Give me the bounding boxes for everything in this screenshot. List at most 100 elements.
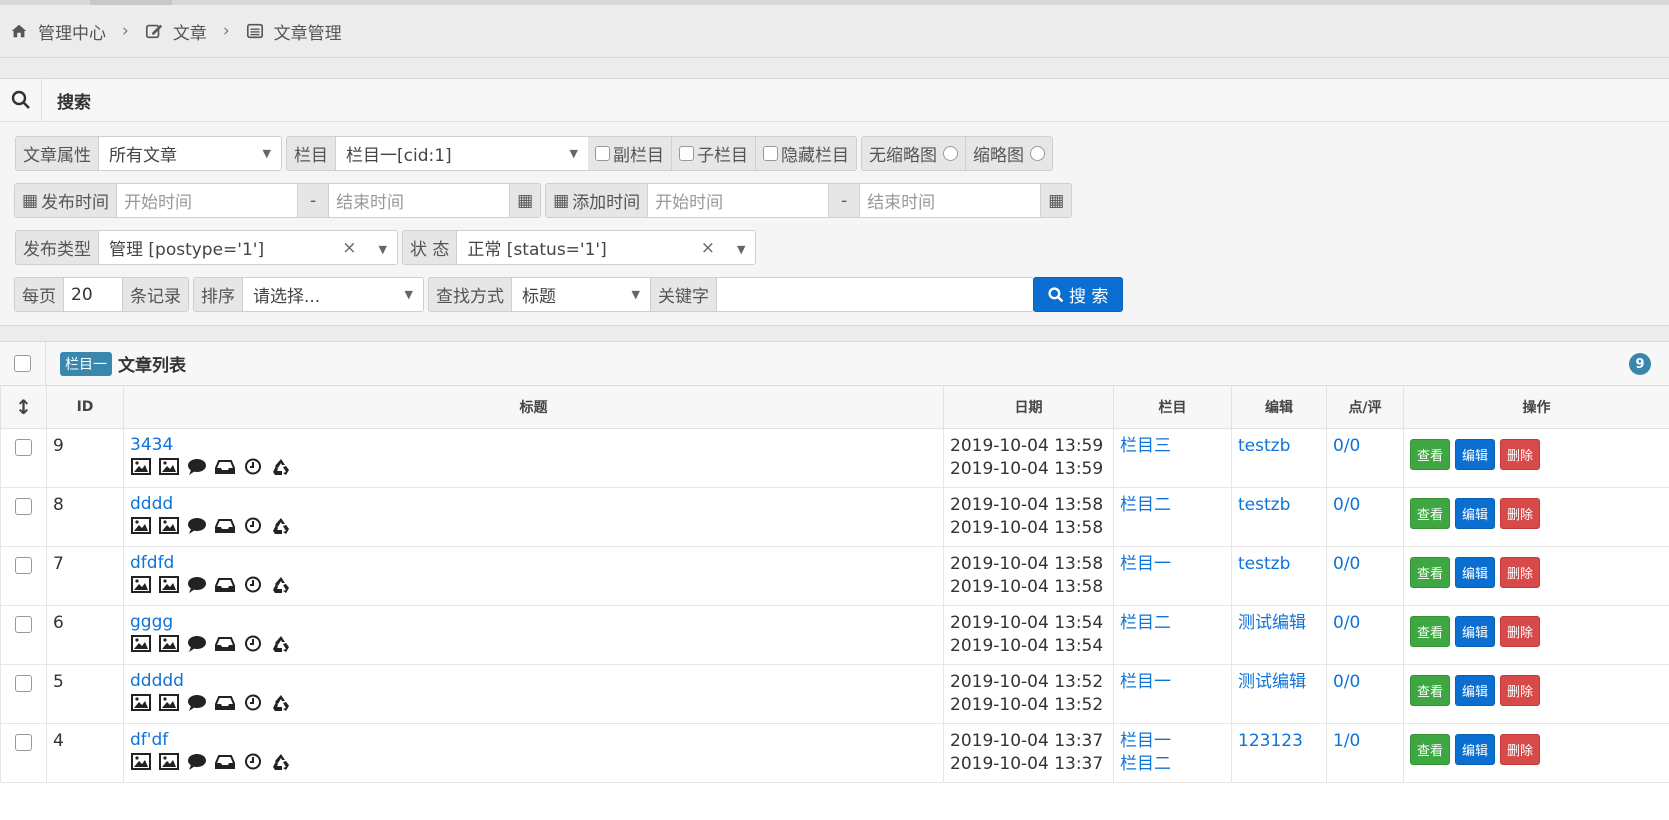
recycle-icon[interactable] xyxy=(270,753,291,771)
clear-icon[interactable]: × xyxy=(342,238,356,258)
row-checkbox[interactable] xyxy=(15,733,32,751)
column-select[interactable]: 栏目一[cid:1] ▼ xyxy=(336,137,588,170)
edit-button[interactable]: 编辑 xyxy=(1455,733,1496,765)
row-column-link[interactable]: 栏目一 xyxy=(1120,672,1171,692)
row-title-link[interactable]: 3434 xyxy=(130,435,173,455)
delete-button[interactable]: 删除 xyxy=(1500,733,1541,765)
comment-icon[interactable] xyxy=(186,517,207,535)
checkbox[interactable] xyxy=(679,146,694,161)
article-attr-select[interactable]: 所有文章 ▼ xyxy=(99,137,281,170)
image-icon[interactable] xyxy=(130,694,151,712)
edit-button[interactable]: 编辑 xyxy=(1455,674,1496,706)
comment-icon[interactable] xyxy=(186,694,207,712)
inbox-icon[interactable] xyxy=(214,635,235,653)
row-stats-link[interactable]: 0/0 xyxy=(1333,613,1360,633)
row-stats-link[interactable]: 0/0 xyxy=(1333,495,1360,515)
edit-button[interactable]: 编辑 xyxy=(1455,615,1496,647)
clock-icon[interactable] xyxy=(242,458,263,476)
row-checkbox[interactable] xyxy=(15,615,32,633)
child-column-checkbox[interactable]: 子栏目 xyxy=(672,137,756,170)
row-title-link[interactable]: df'df xyxy=(130,730,168,750)
view-button[interactable]: 查看 xyxy=(1410,497,1451,529)
comment-icon[interactable] xyxy=(186,635,207,653)
checkbox[interactable] xyxy=(595,146,610,161)
image-icon[interactable] xyxy=(158,517,179,535)
row-editor-link[interactable]: testzb xyxy=(1238,495,1290,515)
image-icon[interactable] xyxy=(158,458,179,476)
edit-button[interactable]: 编辑 xyxy=(1455,556,1496,588)
row-editor-link[interactable]: testzb xyxy=(1238,436,1290,456)
row-column-link[interactable]: 栏目二 xyxy=(1120,613,1171,633)
row-editor-link[interactable]: 测试编辑 xyxy=(1238,613,1306,633)
row-stats-link[interactable]: 0/0 xyxy=(1333,554,1360,574)
image-icon[interactable] xyxy=(158,635,179,653)
inbox-icon[interactable] xyxy=(214,694,235,712)
recycle-icon[interactable] xyxy=(270,635,291,653)
edit-button[interactable]: 编辑 xyxy=(1455,497,1496,529)
no-thumb-radio[interactable]: 无缩略图 xyxy=(862,137,966,170)
row-column-link[interactable]: 栏目二 xyxy=(1120,754,1171,774)
delete-button[interactable]: 删除 xyxy=(1500,615,1541,647)
image-icon[interactable] xyxy=(158,753,179,771)
sort-handle-icon[interactable]: ↕ xyxy=(0,386,47,429)
publish-start-input[interactable]: 开始时间 xyxy=(117,184,298,217)
inbox-icon[interactable] xyxy=(214,576,235,594)
delete-button[interactable]: 删除 xyxy=(1500,438,1541,470)
publish-type-select[interactable]: 管理 [postype='1'] × ▼ xyxy=(99,231,397,264)
top-tab[interactable] xyxy=(90,0,172,5)
delete-button[interactable]: 删除 xyxy=(1500,674,1541,706)
image-icon[interactable] xyxy=(158,576,179,594)
edit-button[interactable]: 编辑 xyxy=(1455,438,1496,470)
add-end-input[interactable]: 结束时间 xyxy=(860,184,1041,217)
row-checkbox[interactable] xyxy=(15,438,32,456)
sort-select[interactable]: 请选择... ▼ xyxy=(243,278,423,311)
breadcrumb-home[interactable]: 管理中心 xyxy=(38,19,106,44)
view-button[interactable]: 查看 xyxy=(1410,733,1451,765)
clock-icon[interactable] xyxy=(242,517,263,535)
keyword-input[interactable] xyxy=(717,278,1033,311)
view-button[interactable]: 查看 xyxy=(1410,438,1451,470)
select-all-checkbox[interactable] xyxy=(14,355,31,372)
row-title-link[interactable]: gggg xyxy=(130,612,173,632)
image-icon[interactable] xyxy=(130,458,151,476)
view-button[interactable]: 查看 xyxy=(1410,615,1451,647)
row-checkbox[interactable] xyxy=(15,556,32,574)
row-checkbox[interactable] xyxy=(15,497,32,515)
recycle-icon[interactable] xyxy=(270,576,291,594)
view-button[interactable]: 查看 xyxy=(1410,556,1451,588)
comment-icon[interactable] xyxy=(186,753,207,771)
row-stats-link[interactable]: 1/0 xyxy=(1333,731,1360,751)
status-select[interactable]: 正常 [status='1'] × ▼ xyxy=(457,231,756,264)
col-header-id[interactable]: ID xyxy=(46,386,124,429)
row-editor-link[interactable]: testzb xyxy=(1238,554,1290,574)
image-icon[interactable] xyxy=(130,517,151,535)
row-editor-link[interactable]: 测试编辑 xyxy=(1238,672,1306,692)
clock-icon[interactable] xyxy=(242,635,263,653)
comment-icon[interactable] xyxy=(186,458,207,476)
checkbox[interactable] xyxy=(763,146,778,161)
clear-icon[interactable]: × xyxy=(701,238,715,258)
radio[interactable] xyxy=(943,146,958,161)
row-column-link[interactable]: 栏目二 xyxy=(1120,495,1171,515)
image-icon[interactable] xyxy=(130,635,151,653)
row-column-link[interactable]: 栏目一 xyxy=(1120,731,1171,751)
comment-icon[interactable] xyxy=(186,576,207,594)
row-editor-link[interactable]: 123123 xyxy=(1238,731,1303,751)
view-button[interactable]: 查看 xyxy=(1410,674,1451,706)
find-mode-select[interactable]: 标题 ▼ xyxy=(512,278,650,311)
breadcrumb-section[interactable]: 文章 xyxy=(173,19,207,44)
delete-button[interactable]: 删除 xyxy=(1500,497,1541,529)
row-title-link[interactable]: dfdfd xyxy=(130,553,174,573)
row-title-link[interactable]: ddddd xyxy=(130,671,184,691)
publish-end-input[interactable]: 结束时间 xyxy=(329,184,510,217)
image-icon[interactable] xyxy=(130,576,151,594)
recycle-icon[interactable] xyxy=(270,694,291,712)
thumb-radio[interactable]: 缩略图 xyxy=(966,137,1052,170)
calendar-icon[interactable]: ▦ xyxy=(509,184,541,217)
row-stats-link[interactable]: 0/0 xyxy=(1333,436,1360,456)
per-page-input[interactable]: 20 xyxy=(64,278,122,311)
recycle-icon[interactable] xyxy=(270,458,291,476)
row-title-link[interactable]: dddd xyxy=(130,494,173,514)
row-checkbox[interactable] xyxy=(15,674,32,692)
image-icon[interactable] xyxy=(158,694,179,712)
